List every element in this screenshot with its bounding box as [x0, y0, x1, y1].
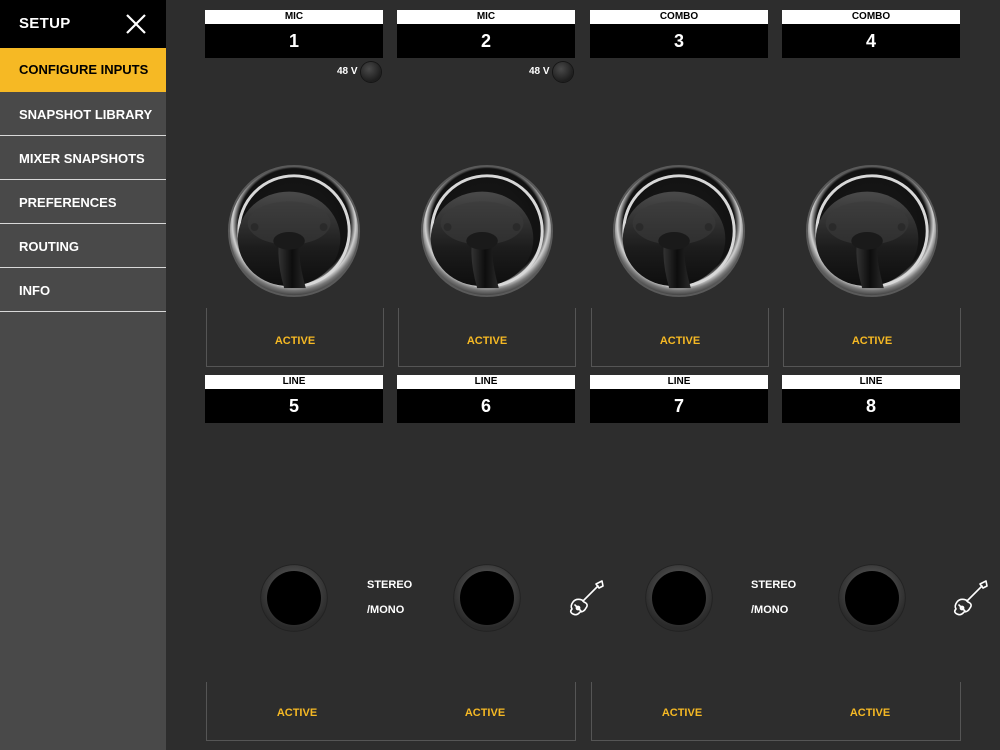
status-label: ACTIVE	[466, 335, 508, 347]
channel-header-3[interactable]: COMBO 3	[590, 10, 768, 58]
channel-number: 3	[590, 24, 768, 58]
status-label: ACTIVE	[659, 335, 701, 347]
phantom-power-toggle-1[interactable]	[361, 62, 381, 82]
sidebar-header: SETUP	[0, 0, 166, 48]
status-label-8: ACTIVE	[849, 707, 891, 719]
guitar-icon[interactable]	[950, 578, 990, 618]
xlr-combo-jack-1	[225, 162, 363, 300]
sidebar-item-mixer-snapshots[interactable]: MIXER SNAPSHOTS	[0, 137, 166, 180]
sidebar-title: SETUP	[19, 15, 71, 32]
channel-header-6[interactable]: LINE 6	[397, 375, 575, 423]
status-label-7: ACTIVE	[661, 707, 703, 719]
close-icon[interactable]	[124, 12, 148, 36]
phantom-power-label: 48 V	[529, 66, 550, 77]
stereo-label: STEREO	[367, 579, 413, 591]
channel-number: 8	[782, 389, 960, 423]
status-label: ACTIVE	[274, 335, 316, 347]
channel-status-box-3[interactable]: ACTIVE	[591, 308, 769, 367]
channel-type-label: COMBO	[782, 10, 960, 24]
channel-type-label: LINE	[590, 375, 768, 389]
status-label-6: ACTIVE	[464, 707, 506, 719]
phantom-power-1: 48 V	[337, 62, 383, 82]
mono-label: /MONO	[751, 604, 789, 616]
sidebar: SETUP CONFIGURE INPUTS SNAPSHOT LIBRARY …	[0, 0, 166, 750]
channel-number: 6	[397, 389, 575, 423]
channel-number: 1	[205, 24, 383, 58]
channel-header-5[interactable]: LINE 5	[205, 375, 383, 423]
line-jack-7	[643, 562, 715, 634]
channel-header-1[interactable]: MIC 1	[205, 10, 383, 58]
channel-header-8[interactable]: LINE 8	[782, 375, 960, 423]
stereo-mono-toggle-5-6[interactable]: STEREO /MONO	[367, 573, 412, 623]
line-pair-status-box-5-6[interactable]: ACTIVE ACTIVE	[206, 682, 576, 741]
channel-number: 5	[205, 389, 383, 423]
channel-header-2[interactable]: MIC 2	[397, 10, 575, 58]
sidebar-item-routing[interactable]: ROUTING	[0, 225, 166, 268]
phantom-power-2: 48 V	[529, 62, 575, 82]
channel-header-4[interactable]: COMBO 4	[782, 10, 960, 58]
status-label-5: ACTIVE	[276, 707, 318, 719]
phantom-power-toggle-2[interactable]	[553, 62, 573, 82]
channel-number: 2	[397, 24, 575, 58]
mono-label: /MONO	[367, 604, 405, 616]
guitar-icon[interactable]	[566, 578, 606, 618]
channel-status-box-4[interactable]: ACTIVE	[783, 308, 961, 367]
channel-type-label: LINE	[782, 375, 960, 389]
channel-type-label: MIC	[205, 10, 383, 24]
xlr-combo-jack-2	[418, 162, 556, 300]
channel-type-label: COMBO	[590, 10, 768, 24]
line-jack-8	[836, 562, 908, 634]
sidebar-item-configure-inputs[interactable]: CONFIGURE INPUTS	[0, 48, 166, 92]
xlr-combo-jack-3	[610, 162, 748, 300]
channel-number: 7	[590, 389, 768, 423]
line-jack-5	[258, 562, 330, 634]
channel-header-7[interactable]: LINE 7	[590, 375, 768, 423]
channel-type-label: MIC	[397, 10, 575, 24]
line-jack-6	[451, 562, 523, 634]
channel-type-label: LINE	[205, 375, 383, 389]
stereo-label: STEREO	[751, 579, 797, 591]
sidebar-item-snapshot-library[interactable]: SNAPSHOT LIBRARY	[0, 93, 166, 136]
channel-number: 4	[782, 24, 960, 58]
xlr-combo-jack-4	[803, 162, 941, 300]
channel-status-box-1[interactable]: ACTIVE	[206, 308, 384, 367]
sidebar-item-info[interactable]: INFO	[0, 269, 166, 312]
channel-status-box-2[interactable]: ACTIVE	[398, 308, 576, 367]
phantom-power-label: 48 V	[337, 66, 358, 77]
line-pair-status-box-7-8[interactable]: ACTIVE ACTIVE	[591, 682, 961, 741]
stereo-mono-toggle-7-8[interactable]: STEREO /MONO	[751, 573, 796, 623]
sidebar-item-preferences[interactable]: PREFERENCES	[0, 181, 166, 224]
status-label: ACTIVE	[851, 335, 893, 347]
channel-type-label: LINE	[397, 375, 575, 389]
